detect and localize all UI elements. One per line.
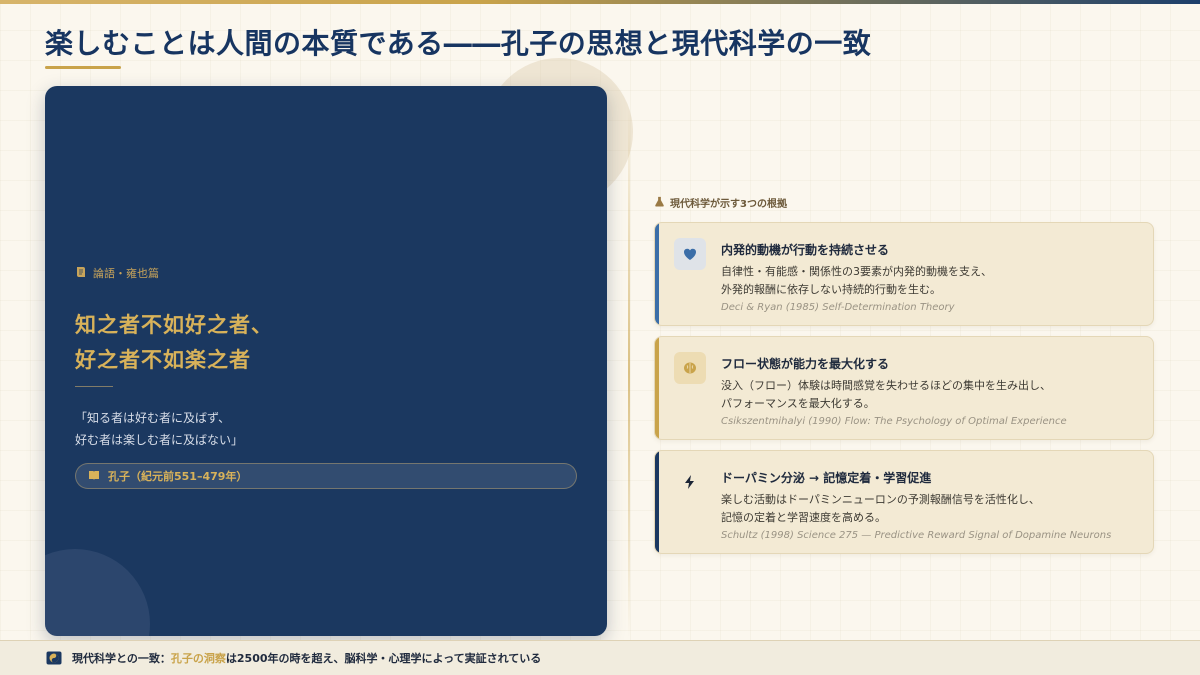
card-accent-bar bbox=[655, 451, 659, 553]
page-title: 楽しむことは人間の本質である――孔子の思想と現代科学の一致 bbox=[45, 27, 872, 60]
quote-translation-line-1: 「知る者は好む者に及ばず、 bbox=[75, 411, 231, 425]
evidence-card-body-line-1: 没入（フロー）体験は時間感覚を失わせるほどの集中を生み出し、 bbox=[721, 379, 1051, 392]
heart-icon bbox=[674, 238, 706, 270]
quote-divider bbox=[75, 386, 113, 387]
quote-source: 論語・雍也篇 bbox=[75, 265, 159, 281]
brain-icon bbox=[674, 352, 706, 384]
evidence-card-intrinsic-motivation: 内発的動機が行動を持続させる 自律性・有能感・関係性の3要素が内発的動機を支え、… bbox=[654, 222, 1154, 326]
quote-original-line-1: 知之者不如好之者、 bbox=[75, 313, 273, 337]
footer-highlight: 孔子の洞察 bbox=[170, 652, 226, 665]
evidence-card-body-line-1: 自律性・有能感・関係性の3要素が内発的動機を支え、 bbox=[721, 265, 992, 278]
evidence-card-title: フロー状態が能力を最大化する bbox=[721, 357, 890, 371]
card-accent-bar bbox=[655, 223, 659, 325]
evidence-header-label: 現代科学が示す3つの根拠 bbox=[670, 199, 787, 210]
quote-original-line-2: 好之者不如楽之者 bbox=[75, 348, 251, 372]
author-label: 孔子（紀元前551–479年） bbox=[108, 470, 248, 483]
evidence-card-title: ドーパミン分泌 → 記憶定着・学習促進 bbox=[721, 471, 932, 485]
decorative-circle-bottom-left bbox=[45, 549, 150, 636]
evidence-card-body-line-2: 外発的報酬に依存しない持続的行動を生む。 bbox=[721, 283, 941, 296]
evidence-card-body-line-2: 記憶の定着と学習速度を高める。 bbox=[721, 511, 886, 524]
evidence-card-body-line-1: 楽しむ活動はドーパミンニューロンの予測報酬信号を活性化し、 bbox=[721, 493, 1040, 506]
top-accent-bar bbox=[0, 0, 1200, 4]
evidence-card-body-line-2: パフォーマンスを最大化する。 bbox=[721, 397, 875, 410]
title-underline bbox=[45, 66, 121, 69]
evidence-card-citation: Deci & Ryan (1985) Self-Determination Th… bbox=[721, 302, 955, 313]
lightning-icon bbox=[674, 466, 706, 498]
evidence-card-dopamine: ドーパミン分泌 → 記憶定着・学習促進 楽しむ活動はドーパミンニューロンの予測報… bbox=[654, 450, 1154, 554]
quote-card: 論語・雍也篇 知之者不如好之者、 好之者不如楽之者 「知る者は好む者に及ばず、 … bbox=[45, 86, 607, 636]
evidence-card-citation: Csikszentmihalyi (1990) Flow: The Psycho… bbox=[721, 416, 1067, 427]
author-pill: 孔子（紀元前551–479年） bbox=[75, 463, 577, 489]
book-icon bbox=[88, 469, 100, 484]
card-accent-bar bbox=[655, 337, 659, 439]
evidence-card-flow: フロー状態が能力を最大化する 没入（フロー）体験は時間感覚を失わせるほどの集中を… bbox=[654, 336, 1154, 440]
footer-banner: 現代科学との一致： 孔子の洞察 は2500年の時を超え、脳科学・心理学によって実… bbox=[0, 640, 1200, 675]
scroll-icon bbox=[75, 266, 87, 281]
quote-source-label: 論語・雍也篇 bbox=[93, 267, 159, 280]
footer-prefix: 現代科学との一致： bbox=[72, 652, 171, 665]
yin-yang-icon bbox=[46, 651, 62, 665]
flask-icon bbox=[654, 196, 665, 210]
evidence-card-title: 内発的動機が行動を持続させる bbox=[721, 243, 890, 257]
vertical-divider bbox=[628, 108, 630, 638]
footer-suffix: は2500年の時を超え、脳科学・心理学によって実証されている bbox=[225, 652, 542, 665]
evidence-header: 現代科学が示す3つの根拠 bbox=[654, 195, 787, 210]
evidence-card-citation: Schultz (1998) Science 275 — Predictive … bbox=[721, 530, 1112, 541]
quote-translation-line-2: 好む者は楽しむ者に及ばない」 bbox=[75, 433, 244, 447]
